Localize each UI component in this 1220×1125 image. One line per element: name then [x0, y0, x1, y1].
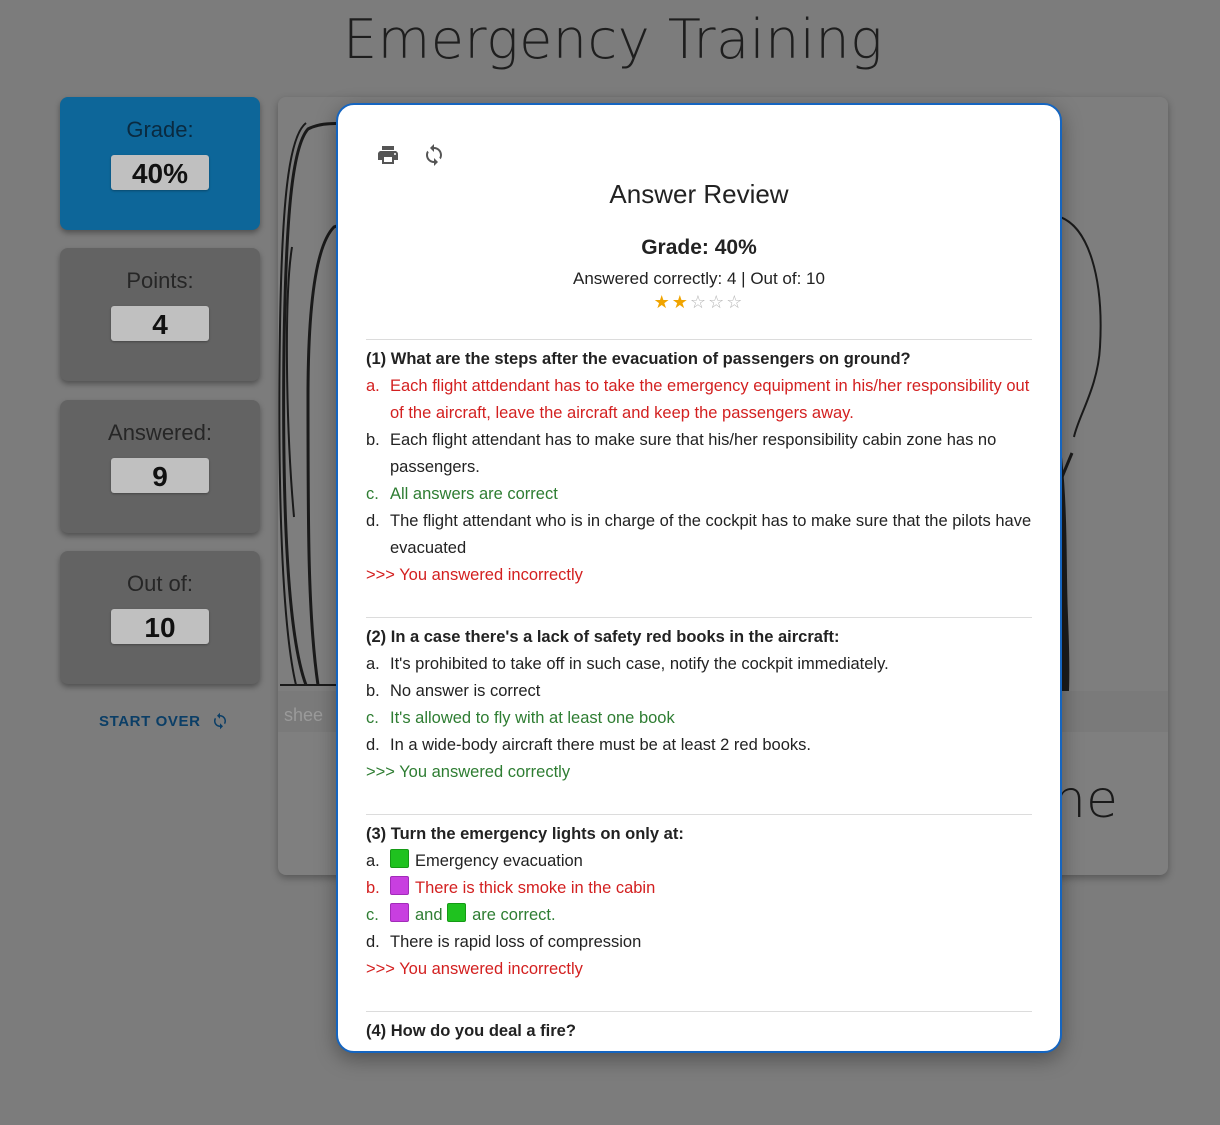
- option-text: In a wide-body aircraft there must be at…: [390, 736, 811, 754]
- star-empty-icon: ☆: [689, 292, 709, 312]
- points-card: Points: 4: [60, 248, 260, 381]
- option-text: It's prohibited to take off in such case…: [390, 655, 889, 673]
- option-text: There is rapid loss of compression: [390, 933, 642, 951]
- dialog-summary: Answered correctly: 4 | Out of: 10: [573, 269, 825, 288]
- out-of-value: 10: [111, 609, 209, 644]
- answer-result: >>> You answered incorrectly: [366, 566, 583, 584]
- grade-label: Grade:: [126, 117, 194, 142]
- start-over-label: START OVER: [99, 712, 201, 730]
- option-item: a. Emergency evacuation: [366, 848, 1032, 875]
- option-text: are correct.: [472, 906, 556, 924]
- option-item: a. It's prohibited to take off in such ca…: [366, 651, 1032, 678]
- answer-review-dialog: Answer Review Grade: 40% Answered correc…: [336, 103, 1062, 1053]
- question-text: (4) How do you deal a fire?: [366, 1022, 576, 1040]
- answer-result: >>> You answered incorrectly: [366, 960, 583, 978]
- print-icon[interactable]: [376, 143, 400, 167]
- answer-result: >>> You answered correctly: [366, 763, 571, 781]
- star-empty-icon: ☆: [708, 292, 727, 312]
- grade-value: 40%: [111, 155, 209, 190]
- star-rating: ★★☆☆☆: [338, 292, 1060, 313]
- option-text: It's allowed to fly with at least one bo…: [390, 709, 675, 727]
- option-text: There is thick smoke in the cabin: [415, 879, 656, 897]
- answered-value: 9: [111, 458, 209, 493]
- page-title: Emergency Training: [342, 8, 884, 71]
- question-text: (3) Turn the emergency lights on only at…: [366, 825, 684, 843]
- refresh-icon[interactable]: [422, 143, 446, 167]
- option-text: The flight attendant who is in charge of…: [390, 512, 1032, 557]
- question-list: (1) What are the steps after the evacuat…: [366, 339, 1032, 1051]
- option-item: d. In a wide-body aircraft there must be …: [366, 732, 1032, 759]
- dialog-toolbar: [376, 143, 446, 167]
- background-question-text: ne: [1053, 770, 1118, 830]
- start-over-button[interactable]: START OVER: [99, 711, 229, 731]
- grade-card: Grade: 40%: [60, 97, 260, 230]
- green-square-icon: [390, 849, 409, 868]
- option-item: d. The flight attendant who is in charge …: [366, 508, 1032, 562]
- option-item: c. All answers are correct: [366, 481, 1032, 508]
- option-text: All answers are correct: [390, 1045, 558, 1051]
- refresh-icon: [213, 712, 226, 730]
- option-text: All answers are correct: [390, 485, 558, 503]
- points-value: 4: [111, 306, 209, 341]
- option-conjunction: and: [415, 906, 443, 924]
- question-item: (2) In a case there's a lack of safety r…: [366, 617, 1032, 786]
- option-text: Each flight attdendant has to take the e…: [390, 377, 1030, 422]
- option-item: b. Each flight attendant has to make sure…: [366, 427, 1032, 481]
- option-item: c. and are correct.: [366, 902, 1032, 929]
- question-text: (1) What are the steps after the evacuat…: [366, 350, 911, 368]
- star-filled-icon: ★: [671, 292, 690, 312]
- question-text: (2) In a case there's a lack of safety r…: [366, 628, 840, 646]
- purple-square-icon: [390, 876, 409, 895]
- points-label: Points:: [126, 268, 194, 293]
- green-square-icon: [447, 903, 467, 922]
- out-of-label: Out of:: [126, 571, 194, 596]
- dialog-title: Answer Review: [609, 179, 789, 209]
- question-item: (4) How do you deal a fire? a.All answer…: [366, 1011, 1032, 1051]
- image-watermark: shee: [284, 705, 324, 725]
- star-empty-icon: ☆: [726, 292, 745, 312]
- purple-square-icon: [390, 903, 409, 922]
- option-item: d. There is rapid loss of compression: [366, 929, 1032, 956]
- answered-label: Answered:: [108, 420, 212, 445]
- question-item: (1) What are the steps after the evacuat…: [366, 339, 1032, 589]
- answered-card: Answered: 9: [60, 400, 260, 533]
- dialog-grade: Grade: 40%: [641, 236, 757, 259]
- star-filled-icon: ★: [653, 292, 672, 312]
- option-text: Emergency evacuation: [415, 852, 583, 870]
- option-item: c. It's allowed to fly with at least one …: [366, 705, 1032, 732]
- out-of-card: Out of: 10: [60, 551, 260, 684]
- option-item: a. Each flight attdendant has to take the…: [366, 373, 1032, 427]
- option-text: Each flight attendant has to make sure t…: [390, 431, 997, 476]
- option-item: a.All answers are correct: [366, 1045, 1032, 1051]
- option-item: b. There is thick smoke in the cabin: [366, 875, 1032, 902]
- question-item: (3) Turn the emergency lights on only at…: [366, 814, 1032, 983]
- option-text: No answer is correct: [390, 682, 541, 700]
- option-item: b. No answer is correct: [366, 678, 1032, 705]
